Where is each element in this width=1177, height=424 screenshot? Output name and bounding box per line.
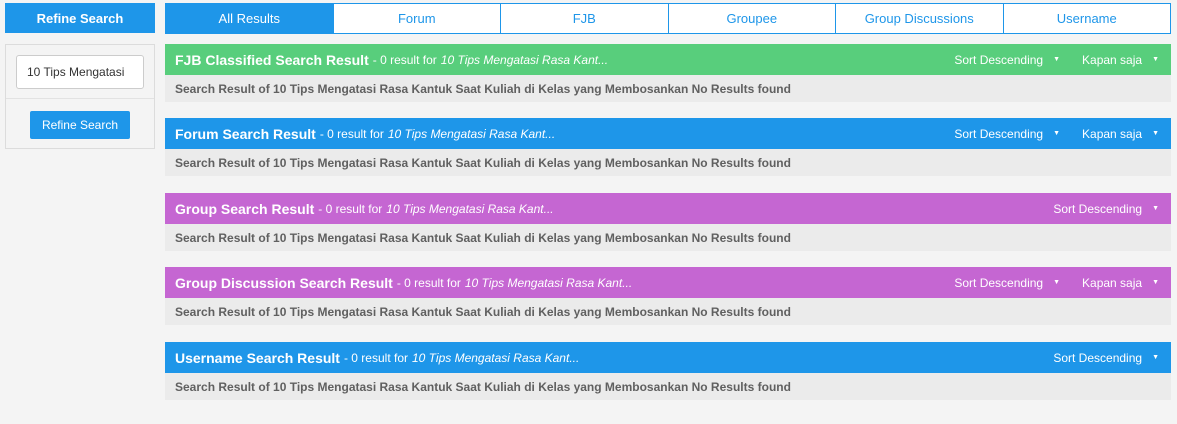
sort-dropdown[interactable]: Sort Descending ▼	[954, 127, 1060, 141]
refine-search-box: 10 Tips Mengatasi Refine Search	[5, 44, 155, 149]
tab-groupee[interactable]: Groupee	[667, 4, 836, 33]
no-results-message: Search Result of 10 Tips Mengatasi Rasa …	[165, 75, 1171, 102]
section-title: Username Search Result	[175, 349, 340, 366]
search-query: 10 Tips Mengatasi Rasa Kant...	[464, 275, 633, 290]
no-results-message: Search Result of 10 Tips Mengatasi Rasa …	[165, 149, 1171, 176]
group-result-section: Group Search Result - 0 result for 10 Ti…	[165, 193, 1171, 251]
caret-down-icon: ▼	[1053, 279, 1061, 286]
section-header: Forum Search Result - 0 result for 10 Ti…	[165, 118, 1171, 149]
time-label: Kapan saja	[1082, 126, 1143, 141]
no-results-message: Search Result of 10 Tips Mengatasi Rasa …	[165, 298, 1171, 325]
search-query: 10 Tips Mengatasi Rasa Kant...	[440, 52, 609, 67]
tab-group-discussions[interactable]: Group Discussions	[835, 4, 1003, 33]
username-result-section: Username Search Result - 0 result for 10…	[165, 342, 1171, 400]
search-query: 10 Tips Mengatasi Rasa Kant...	[386, 201, 554, 216]
result-count: - 0 result for	[318, 201, 383, 216]
sort-label: Sort Descending	[1053, 350, 1143, 365]
caret-down-icon: ▼	[1152, 279, 1159, 286]
search-query: 10 Tips Mengatasi Rasa Kant...	[412, 350, 580, 365]
tab-username[interactable]: Username	[1002, 4, 1171, 33]
section-controls: Sort Descending ▼ Kapan saja ▼	[932, 267, 1159, 298]
time-label: Kapan saja	[1082, 275, 1143, 290]
section-title: FJB Classified Search Result	[175, 51, 369, 68]
result-count: - 0 result for	[343, 350, 408, 365]
caret-down-icon: ▼	[1053, 130, 1061, 137]
refine-sidebar: Refine Search 10 Tips Mengatasi Refine S…	[5, 3, 155, 149]
section-controls: Sort Descending ▼ Kapan saja ▼	[932, 44, 1159, 75]
result-tabs: All Results Forum FJB Groupee Group Disc…	[165, 3, 1171, 34]
section-title: Group Search Result	[175, 200, 315, 217]
section-header: Group Search Result - 0 result for 10 Ti…	[165, 193, 1171, 224]
time-dropdown[interactable]: Kapan saja ▼	[1082, 276, 1159, 290]
group-discussion-result-section: Group Discussion Search Result - 0 resul…	[165, 267, 1171, 325]
no-results-message: Search Result of 10 Tips Mengatasi Rasa …	[165, 224, 1171, 251]
section-header: FJB Classified Search Result - 0 result …	[165, 44, 1171, 75]
tab-fjb[interactable]: FJB	[500, 4, 668, 33]
sort-label: Sort Descending	[954, 126, 1044, 141]
section-title: Forum Search Result	[175, 125, 316, 142]
caret-down-icon: ▼	[1152, 56, 1159, 63]
tab-all-results[interactable]: All Results	[166, 4, 333, 33]
refine-search-header: Refine Search	[5, 3, 155, 33]
result-count: - 0 result for	[372, 52, 437, 67]
refine-search-button[interactable]: Refine Search	[30, 111, 130, 139]
time-dropdown[interactable]: Kapan saja ▼	[1082, 53, 1159, 67]
caret-down-icon: ▼	[1152, 130, 1159, 137]
section-controls: Sort Descending ▼ Kapan saja ▼	[932, 118, 1159, 149]
caret-down-icon: ▼	[1152, 205, 1159, 212]
sort-label: Sort Descending	[954, 52, 1044, 67]
sort-label: Sort Descending	[1053, 201, 1143, 216]
result-count: - 0 result for	[396, 275, 461, 290]
sort-label: Sort Descending	[954, 275, 1044, 290]
section-header: Username Search Result - 0 result for 10…	[165, 342, 1171, 373]
tab-forum[interactable]: Forum	[332, 4, 501, 33]
fjb-result-section: FJB Classified Search Result - 0 result …	[165, 44, 1171, 102]
section-controls: Sort Descending ▼	[1031, 342, 1159, 373]
sort-dropdown[interactable]: Sort Descending ▼	[1053, 351, 1159, 365]
search-query: 10 Tips Mengatasi Rasa Kant...	[387, 126, 556, 141]
sidebar-divider	[6, 98, 154, 99]
search-input[interactable]: 10 Tips Mengatasi	[16, 55, 144, 89]
section-title: Group Discussion Search Result	[175, 274, 393, 291]
section-controls: Sort Descending ▼	[1031, 193, 1159, 224]
caret-down-icon: ▼	[1152, 354, 1159, 361]
no-results-message: Search Result of 10 Tips Mengatasi Rasa …	[165, 373, 1171, 400]
section-header: Group Discussion Search Result - 0 resul…	[165, 267, 1171, 298]
sort-dropdown[interactable]: Sort Descending ▼	[1053, 202, 1159, 216]
sort-dropdown[interactable]: Sort Descending ▼	[954, 53, 1060, 67]
time-label: Kapan saja	[1082, 52, 1143, 67]
caret-down-icon: ▼	[1053, 56, 1061, 63]
forum-result-section: Forum Search Result - 0 result for 10 Ti…	[165, 118, 1171, 176]
result-count: - 0 result for	[319, 126, 384, 141]
sort-dropdown[interactable]: Sort Descending ▼	[954, 276, 1060, 290]
time-dropdown[interactable]: Kapan saja ▼	[1082, 127, 1159, 141]
